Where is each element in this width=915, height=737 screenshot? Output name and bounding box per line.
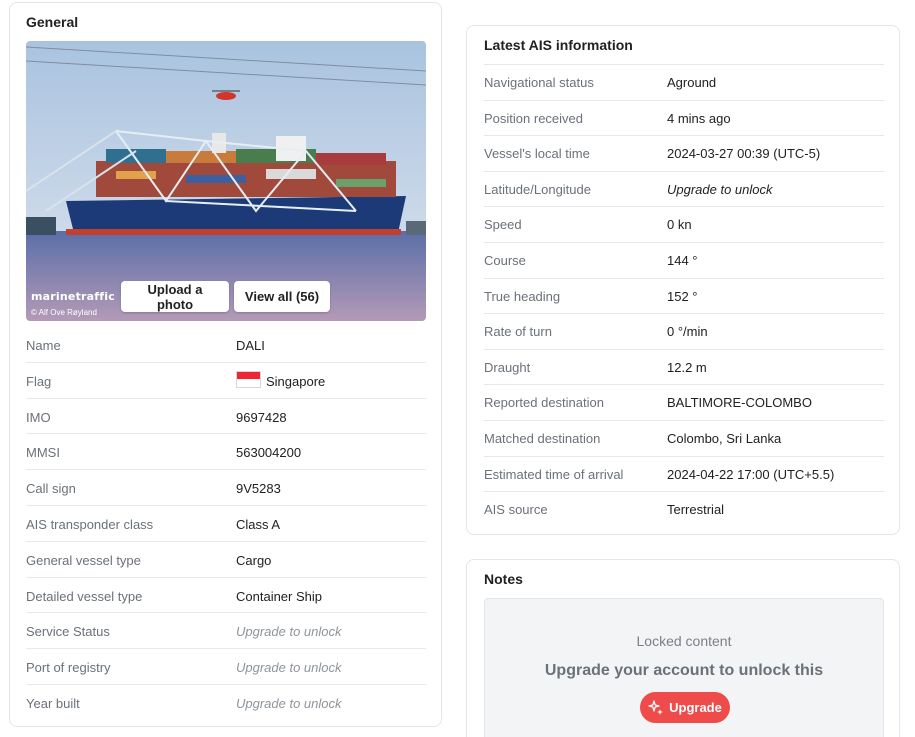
notes-title: Notes xyxy=(484,571,523,587)
ais-label: Estimated time of arrival xyxy=(484,466,624,482)
singapore-flag-icon xyxy=(236,370,261,388)
flag-country: Singapore xyxy=(266,373,326,389)
sparkle-icon xyxy=(648,699,664,715)
true-heading-value: 152 ° xyxy=(667,288,698,304)
ais-row-reported-destination: Reported destination BALTIMORE-COLOMBO xyxy=(484,384,884,420)
nav-status-value: Aground xyxy=(667,75,717,90)
ais-row-local-time: Vessel's local time 2024-03-27 00:39 (UT… xyxy=(484,135,884,171)
detailed-type-value: Container Ship xyxy=(236,588,322,604)
ais-row-nav-status: Navigational status Aground xyxy=(484,64,884,100)
detail-label: Flag xyxy=(26,373,52,389)
upgrade-button[interactable]: Upgrade xyxy=(640,692,730,723)
ais-label: Matched destination xyxy=(484,430,601,446)
photo-credit: © Alf Ove Røyland xyxy=(31,308,97,317)
ais-info-card: Latest AIS information Navigational stat… xyxy=(466,25,900,535)
ais-label: AIS source xyxy=(484,502,548,518)
upgrade-to-unlock-link[interactable]: Upgrade to unlock xyxy=(236,660,342,675)
mmsi-value: 563004200 xyxy=(236,445,302,461)
detail-label: Call sign xyxy=(26,481,76,497)
detail-label: Service Status xyxy=(26,624,110,640)
ais-label: Navigational status xyxy=(484,75,594,90)
detail-row-mmsi: MMSI 563004200 xyxy=(26,434,426,471)
watermark-logo: marinetraffic xyxy=(31,290,115,303)
locked-content-box: Locked content Upgrade your account to u… xyxy=(484,598,884,737)
ais-title: Latest AIS information xyxy=(484,37,633,53)
reported-destination-value: BALTIMORE-COLOMBO xyxy=(667,395,812,411)
vessel-details-table: Name DALI Flag Singapore IMO 9697428 MMS… xyxy=(26,327,426,721)
ais-row-rate-of-turn: Rate of turn 0 °/min xyxy=(484,313,884,349)
detail-label: Port of registry xyxy=(26,660,111,676)
ais-source-value: Terrestrial xyxy=(667,502,725,518)
ais-label: Course xyxy=(484,252,526,268)
detail-row-general-type: General vessel type Cargo xyxy=(26,542,426,578)
vessel-photo[interactable]: marinetraffic © Alf Ove Røyland Upload a… xyxy=(26,41,426,321)
ais-row-true-heading: True heading 152 ° xyxy=(484,277,884,314)
locked-content-heading: Locked content xyxy=(636,633,732,649)
detail-row-detailed-type: Detailed vessel type Container Ship xyxy=(26,578,426,614)
rate-of-turn-value: 0 °/min xyxy=(667,324,708,340)
ais-table: Navigational status Aground Position rec… xyxy=(484,64,884,527)
upgrade-to-unlock-link[interactable]: Upgrade to unlock xyxy=(667,182,773,197)
detail-label: MMSI xyxy=(26,445,60,461)
ais-row-position-received: Position received 4 mins ago xyxy=(484,99,884,136)
detail-label: AIS transponder class xyxy=(26,516,154,532)
ais-row-matched-destination: Matched destination Colombo, Sri Lanka xyxy=(484,419,884,456)
position-received-value: 4 mins ago xyxy=(667,110,731,126)
ais-label: Draught xyxy=(484,359,531,375)
upload-photo-button[interactable]: Upload a photo xyxy=(121,281,229,312)
local-time-value: 2024-03-27 00:39 (UTC-5) xyxy=(667,146,821,162)
detail-row-ais-class: AIS transponder class Class A xyxy=(26,506,426,542)
ais-class-value: Class A xyxy=(236,516,281,532)
ais-row-course: Course 144 ° xyxy=(484,241,884,278)
general-title: General xyxy=(26,14,79,30)
ais-row-draught: Draught 12.2 m xyxy=(484,348,884,385)
detail-label: General vessel type xyxy=(26,552,141,568)
ais-label: True heading xyxy=(484,288,561,304)
detail-row-call-sign: Call sign 9V5283 xyxy=(26,470,426,506)
vessel-name-value: DALI xyxy=(236,338,265,353)
detail-label: IMO xyxy=(26,409,51,425)
notes-card: Notes Locked content Upgrade your accoun… xyxy=(466,559,900,737)
speed-value: 0 kn xyxy=(667,217,692,233)
ais-label: Speed xyxy=(484,217,522,233)
view-all-photos-button[interactable]: View all (56) xyxy=(234,281,330,312)
vessel-photo-image xyxy=(26,41,426,321)
detail-label: Name xyxy=(26,338,61,353)
detail-row-name: Name DALI xyxy=(26,327,426,363)
detail-row-imo: IMO 9697428 xyxy=(26,399,426,435)
imo-value: 9697428 xyxy=(236,409,287,425)
upgrade-to-unlock-link[interactable]: Upgrade to unlock xyxy=(236,624,342,639)
general-card: General marinetraffic © Alf Ove Røyland … xyxy=(9,2,442,727)
ais-label: Position received xyxy=(484,110,583,126)
course-value: 144 ° xyxy=(667,252,698,268)
ais-label: Rate of turn xyxy=(484,324,552,340)
ais-label: Reported destination xyxy=(484,395,604,411)
ais-label: Vessel's local time xyxy=(484,146,590,162)
ais-row-eta: Estimated time of arrival 2024-04-22 17:… xyxy=(484,455,884,492)
matched-destination-value: Colombo, Sri Lanka xyxy=(667,430,782,446)
ais-row-ais-source: AIS source Terrestrial xyxy=(484,491,884,527)
detail-row-year-built: Year built Upgrade to unlock xyxy=(26,685,426,721)
detail-row-port-of-registry: Port of registry Upgrade to unlock xyxy=(26,649,426,685)
locked-content-message: Upgrade your account to unlock this xyxy=(544,662,824,679)
detail-label: Detailed vessel type xyxy=(26,588,143,604)
detail-label: Year built xyxy=(26,695,80,711)
general-type-value: Cargo xyxy=(236,552,272,568)
draught-value: 12.2 m xyxy=(667,359,707,375)
flag-value: Singapore xyxy=(236,370,326,389)
ais-label: Latitude/Longitude xyxy=(484,181,591,197)
ais-row-speed: Speed 0 kn xyxy=(484,206,884,242)
upgrade-label: Upgrade xyxy=(669,700,722,715)
detail-row-flag: Flag Singapore xyxy=(26,363,426,399)
ais-row-lat-lon: Latitude/Longitude Upgrade to unlock xyxy=(484,170,884,207)
detail-row-service-status: Service Status Upgrade to unlock xyxy=(26,613,426,650)
call-sign-value: 9V5283 xyxy=(236,481,281,497)
eta-value: 2024-04-22 17:00 (UTC+5.5) xyxy=(667,466,835,482)
upgrade-to-unlock-link[interactable]: Upgrade to unlock xyxy=(236,696,342,711)
